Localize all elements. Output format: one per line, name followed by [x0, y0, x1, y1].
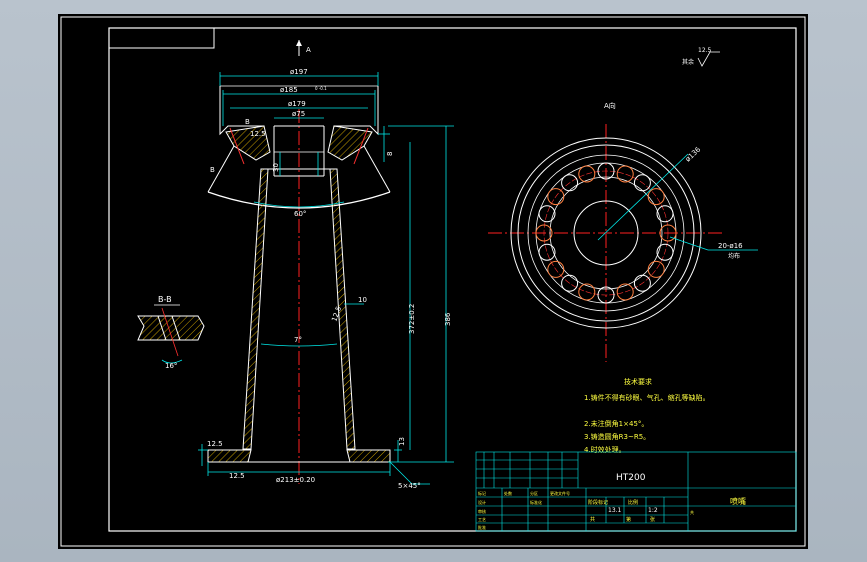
svg-text:更改文件号: 更改文件号 [550, 490, 570, 496]
svg-text:分区: 分区 [530, 490, 538, 496]
scale-value: 1:2 [648, 507, 658, 514]
tech-item-1: 1.铸件不得有砂眼、气孔、缩孔等缺陷。 [584, 393, 710, 402]
dim-d185: ø185 [280, 86, 298, 94]
svg-text:标准化: 标准化 [530, 499, 542, 505]
sheet-of: 第 [626, 516, 631, 523]
dim-d185-tol: 0 -0.1 [315, 86, 327, 91]
dim-d213: ø213±0.20 [276, 476, 315, 484]
roughness-note: 其余 [682, 58, 694, 66]
svg-text:处数: 处数 [504, 490, 512, 496]
dim-b-top: B [245, 118, 250, 126]
sheet-num: 张 [650, 516, 655, 523]
dim-d75: ø75 [292, 110, 305, 118]
dim-16deg: 16° [165, 362, 177, 370]
weight-value: 13.1 [608, 507, 622, 514]
svg-text:工艺: 工艺 [478, 517, 486, 522]
scale-label: 比例 [628, 499, 638, 506]
dim-d197: ø197 [290, 68, 308, 76]
dim-h386: 386 [444, 312, 452, 326]
dim-h372: 372±0.2 [408, 304, 416, 334]
stage-label: 阶段标记 [588, 499, 608, 506]
outer-border [60, 16, 806, 547]
tech-title: 技术要求 [624, 377, 652, 386]
dim-holes: 20-ø16 [718, 242, 743, 250]
section-title: B-B [158, 295, 172, 304]
svg-text:共: 共 [690, 509, 694, 515]
dim-holes-sub: 均布 [728, 252, 740, 260]
view-arrow-label: A [306, 46, 311, 54]
cad-viewport[interactable]: A ø197 ø185 0 -0.1 ø179 ø75 ø213±0.20 60… [58, 14, 808, 549]
dim-d179: ø179 [288, 100, 306, 108]
dim-7deg: 7° [294, 336, 302, 344]
roughness-symbol: 其余 12.5 [682, 47, 720, 67]
sheet-total: 共 [590, 516, 595, 523]
technical-requirements: 技术要求 1.铸件不得有砂眼、气孔、缩孔等缺陷。 2.未注倒角1×45°。 3.… [584, 377, 710, 454]
dim-h30: 30 [272, 163, 280, 172]
tech-item-4: 4.时效处理。 [584, 445, 626, 454]
part-name: 喷嘴 [730, 496, 746, 506]
svg-text:审核: 审核 [478, 508, 486, 514]
bolt-hole [647, 260, 665, 278]
dim-h8: 8 [386, 152, 394, 156]
view-a-circular: A向 ø136 20-ø16 均布 [488, 101, 758, 362]
dim-b-bot: B [210, 166, 215, 174]
bolt-hole [538, 243, 556, 261]
bolt-hole [616, 165, 634, 183]
bolt-hole [538, 205, 556, 223]
svg-text:设计: 设计 [478, 499, 486, 505]
svg-text:批准: 批准 [478, 524, 486, 530]
tech-item-3: 3.铸造圆角R3~R5。 [584, 432, 650, 441]
drawing-number-box [108, 27, 215, 49]
dim-10: 10 [358, 296, 367, 304]
bolt-hole [647, 188, 665, 206]
dim-r12-5-b2: 12.5 [229, 472, 245, 480]
roughness-value: 12.5 [698, 47, 712, 54]
view-a-title: A向 [604, 101, 616, 110]
dim-r12-5-top: 12.5 [250, 130, 266, 138]
front-section-view: A ø197 ø185 0 -0.1 ø179 ø75 ø213±0.20 60… [198, 40, 454, 490]
title-block: HT200 喷嘴 阶段标记 13.1 比例 1:2 共 第 张 标记 处数 分区 更改… [475, 451, 797, 532]
dim-h13: 13 [398, 437, 406, 446]
dim-chamfer: 5×45° [398, 482, 421, 490]
dim-d136: ø136 [684, 145, 703, 163]
tech-item-2: 2.未注倒角1×45°。 [584, 419, 648, 428]
cad-drawing: A ø197 ø185 0 -0.1 ø179 ø75 ø213±0.20 60… [60, 16, 806, 547]
svg-text:标记: 标记 [478, 490, 486, 496]
material-label: HT200 [616, 473, 646, 483]
section-b-b: B-B 16° [137, 295, 205, 370]
dim-r12-5-bl: 12.5 [207, 440, 223, 448]
dim-60deg: 60° [294, 210, 306, 218]
